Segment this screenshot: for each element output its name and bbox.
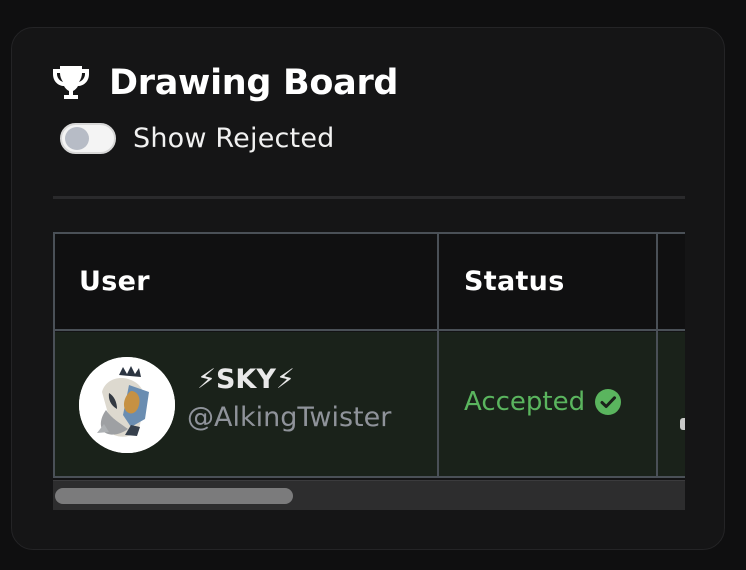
scrollbar-thumb[interactable] — [55, 488, 293, 504]
status-text: Accepted — [464, 387, 586, 417]
board-title: Drawing Board — [109, 62, 399, 103]
table-row-separator — [53, 476, 685, 478]
column-header-user[interactable]: User — [79, 232, 150, 330]
show-rejected-toggle[interactable] — [60, 123, 116, 154]
user-handle[interactable]: @AlkingTwister — [187, 402, 391, 433]
column-header-status[interactable]: Status — [464, 232, 565, 330]
avatar-image — [79, 357, 175, 453]
submissions-table: User Status ⚡SKY⚡ @AlkingTwister Accepte… — [53, 232, 685, 510]
user-display-name[interactable]: ⚡SKY⚡ — [197, 364, 295, 395]
column-separator — [437, 232, 439, 478]
show-rejected-label: Show Rejected — [133, 123, 335, 154]
trophy-icon — [53, 66, 89, 99]
section-divider — [53, 196, 685, 199]
board-header: Drawing Board — [52, 65, 398, 101]
drawing-board-card: Drawing Board Show Rejected User Status — [11, 27, 725, 550]
avatar[interactable] — [79, 357, 175, 453]
truncated-cell-indicator — [680, 418, 685, 430]
horizontal-scrollbar[interactable] — [53, 480, 685, 510]
column-separator — [656, 232, 658, 478]
table-grid: User Status ⚡SKY⚡ @AlkingTwister Accepte… — [53, 232, 685, 480]
check-circle-icon — [595, 389, 622, 415]
status-badge: Accepted — [464, 387, 622, 417]
toggle-knob — [65, 127, 89, 150]
show-rejected-control: Show Rejected — [60, 123, 335, 154]
table-border-left — [53, 232, 55, 478]
